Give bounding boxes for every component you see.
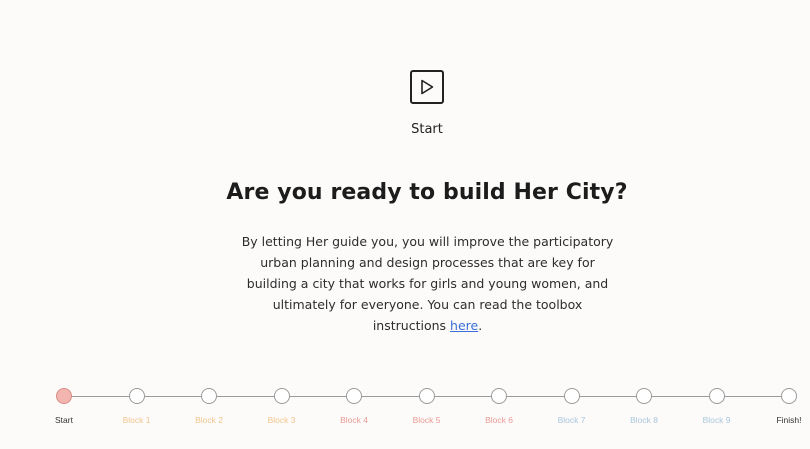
progress-step[interactable]: Block 4 [324, 386, 384, 425]
page-title: Are you ready to build Her City? [226, 180, 628, 205]
progress-step-label: Block 7 [557, 415, 586, 425]
progress-step[interactable]: Block 7 [542, 386, 602, 425]
progress-step[interactable]: Block 1 [107, 386, 167, 425]
progress-step-dot[interactable] [201, 388, 217, 404]
progress-step[interactable]: Block 8 [614, 386, 674, 425]
progress-step[interactable]: Finish! [759, 386, 810, 425]
progress-step-label: Block 1 [122, 415, 151, 425]
progress-step-label: Start [55, 415, 73, 425]
progress-step-label: Block 9 [702, 415, 731, 425]
intro-end: . [478, 318, 483, 333]
progress-step-label: Finish! [776, 415, 802, 425]
progress-step-dot[interactable] [636, 388, 652, 404]
progress-step-dot[interactable] [346, 388, 362, 404]
progress-step-dot[interactable] [418, 388, 435, 404]
toolbox-instructions-link[interactable]: here [450, 318, 478, 333]
progress-step-dot[interactable] [781, 388, 797, 404]
progress-step-dot[interactable] [128, 388, 145, 404]
progress-step[interactable]: Block 5 [397, 386, 457, 425]
progress-step-label: Block 4 [340, 415, 368, 425]
intro-text: By letting Her guide you, you will impro… [241, 234, 614, 333]
progress-step[interactable]: Block 2 [179, 386, 239, 425]
progress-step-dot[interactable] [491, 388, 507, 404]
progress-step-label: Block 2 [195, 415, 223, 425]
progress-step-label: Block 6 [485, 415, 513, 425]
progress-step-label: Block 8 [630, 415, 658, 425]
progress-step-label: Block 3 [267, 415, 296, 425]
progress-step-dot[interactable] [56, 388, 72, 404]
progress-step[interactable]: Block 9 [687, 386, 747, 425]
progress-tracker: Start Block 1 Block 2 Block 3 Block 4 Block 5… [0, 386, 810, 436]
progress-step[interactable]: Start [34, 386, 94, 425]
page: Start Are you ready to build Her City? B… [0, 0, 810, 449]
play-icon[interactable] [410, 70, 444, 104]
intro-paragraph: By letting Her guide you, you will impro… [240, 231, 615, 336]
progress-step-dot[interactable] [563, 388, 580, 404]
progress-step-dot[interactable] [273, 388, 290, 404]
progress-step-dot[interactable] [708, 388, 725, 404]
progress-step-label: Block 5 [412, 415, 441, 425]
start-label: Start [411, 122, 443, 137]
progress-step[interactable]: Block 6 [469, 386, 529, 425]
progress-step[interactable]: Block 3 [252, 386, 312, 425]
